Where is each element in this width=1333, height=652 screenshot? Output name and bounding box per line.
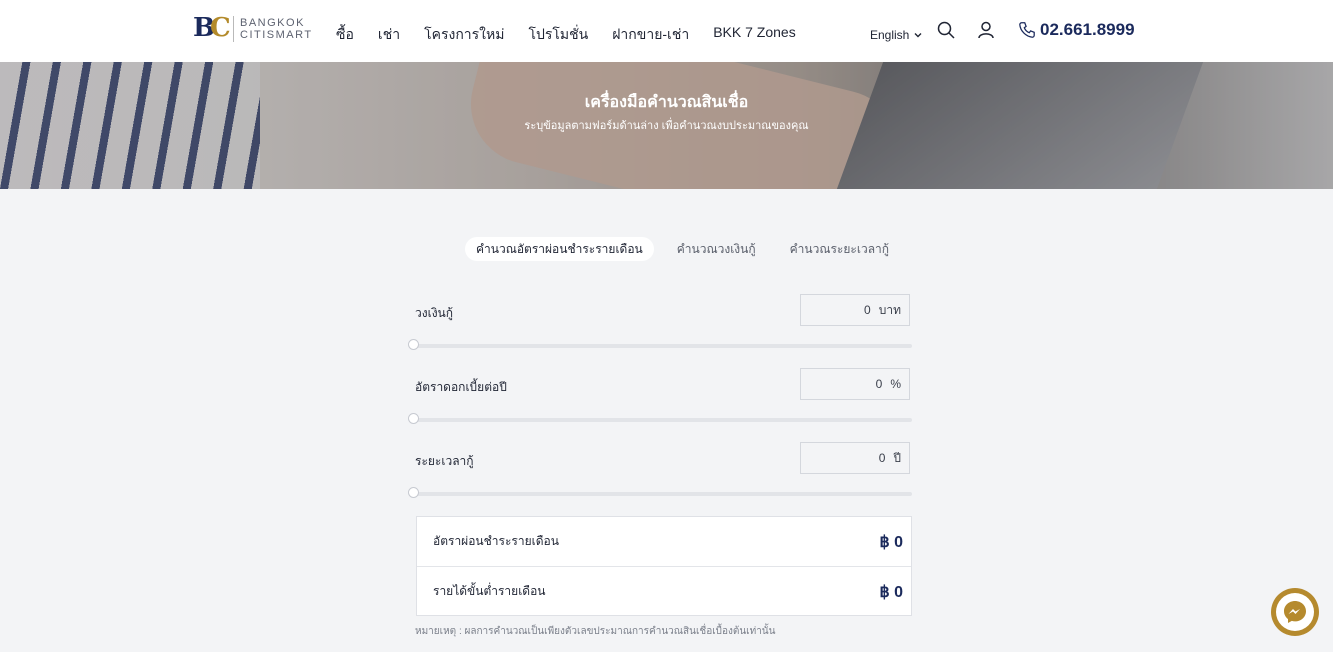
loan-amount-slider-handle[interactable] — [408, 339, 419, 350]
nav-item-rent[interactable]: เช่า — [378, 24, 400, 46]
result-min-income: รายได้ขั้นต่ำรายเดือน ฿ 0 — [417, 567, 911, 616]
brand-logo[interactable]: BC BANGKOK CITISMART — [193, 13, 313, 43]
phone-number: 02.661.8999 — [1040, 20, 1135, 39]
loan-term-label: ระยะเวลากู้ — [415, 454, 474, 468]
result-panel: อัตราผ่อนชำระรายเดือน ฿ 0 รายได้ขั้นต่ำร… — [416, 516, 912, 616]
search-icon[interactable] — [936, 20, 956, 40]
chevron-down-icon — [914, 33, 922, 38]
phone-icon — [1019, 22, 1035, 38]
nav-item-bkk-zones[interactable]: BKK 7 Zones — [713, 24, 796, 46]
messenger-chat-button[interactable] — [1271, 588, 1319, 636]
loan-term-slider[interactable] — [408, 487, 912, 498]
tab-loan-amount[interactable]: คำนวณวงเงินกู้ — [666, 237, 767, 261]
loan-amount-input[interactable]: 0 บาท — [800, 294, 910, 326]
page-title: เครื่องมือคำนวณสินเชื่อ — [584, 94, 749, 111]
loan-amount-slider[interactable] — [408, 339, 912, 350]
logo-line-1: BANGKOK — [240, 17, 305, 29]
result-min-income-label: รายได้ขั้นต่ำรายเดือน — [433, 584, 546, 598]
logo-text: BANGKOK CITISMART — [240, 17, 313, 41]
result-monthly-payment: อัตราผ่อนชำระรายเดือน ฿ 0 — [417, 517, 911, 566]
result-min-income-value: ฿ 0 — [879, 583, 903, 601]
nav-item-buy[interactable]: ซื้อ — [336, 24, 354, 46]
site-header: BC BANGKOK CITISMART ซื้อ เช่า โครงการให… — [0, 0, 1333, 62]
interest-rate-label: อัตราดอกเบี้ยต่อปี — [415, 380, 507, 394]
nav-item-new-projects[interactable]: โครงการใหม่ — [424, 24, 504, 46]
loan-term-slider-handle[interactable] — [408, 487, 419, 498]
nav-item-promotions[interactable]: โปรโมชั่น — [528, 24, 588, 46]
tab-loan-term[interactable]: คำนวณระยะเวลากู้ — [779, 237, 900, 261]
page-subtitle: ระบุข้อมูลตามฟอร์มด้านล่าง เพื่อคำนวณงบป… — [524, 120, 809, 132]
result-monthly-payment-label: อัตราผ่อนชำระรายเดือน — [433, 534, 559, 548]
result-monthly-payment-value: ฿ 0 — [879, 533, 903, 551]
disclaimer-note: หมายเหตุ : ผลการคำนวณเป็นเพียงตัวเลขประม… — [415, 626, 776, 637]
main-nav: ซื้อ เช่า โครงการใหม่ โปรโมชั่น ฝากขาย-เ… — [336, 24, 820, 46]
loan-term-unit: ปี — [893, 450, 901, 465]
interest-rate-slider-handle[interactable] — [408, 413, 419, 424]
messenger-icon-bg — [1276, 593, 1314, 631]
language-selector[interactable]: English — [870, 28, 923, 42]
loan-amount-value: 0 — [864, 303, 871, 317]
nav-item-list-property[interactable]: ฝากขาย-เช่า — [612, 24, 689, 46]
interest-rate-unit: % — [890, 377, 901, 391]
loan-amount-label: วงเงินกู้ — [415, 306, 454, 320]
logo-divider — [233, 16, 234, 42]
interest-rate-value: 0 — [875, 377, 883, 391]
loan-amount-unit: บาท — [878, 302, 901, 317]
loan-term-input[interactable]: 0 ปี — [800, 442, 910, 474]
calculator-tabs: คำนวณอัตราผ่อนชำระรายเดือน คำนวณวงเงินกู… — [465, 237, 912, 261]
phone-contact[interactable]: 02.661.8999 — [1018, 20, 1135, 40]
logo-mark-icon: BC — [193, 13, 231, 43]
tab-monthly-payment[interactable]: คำนวณอัตราผ่อนชำระรายเดือน — [465, 237, 654, 261]
messenger-icon — [1284, 601, 1306, 623]
logo-line-2: CITISMART — [240, 29, 313, 41]
interest-rate-slider[interactable] — [408, 413, 912, 424]
user-icon[interactable] — [976, 20, 996, 40]
interest-rate-input[interactable]: 0 % — [800, 368, 910, 400]
language-label: English — [870, 28, 910, 42]
loan-term-value: 0 — [878, 451, 886, 465]
